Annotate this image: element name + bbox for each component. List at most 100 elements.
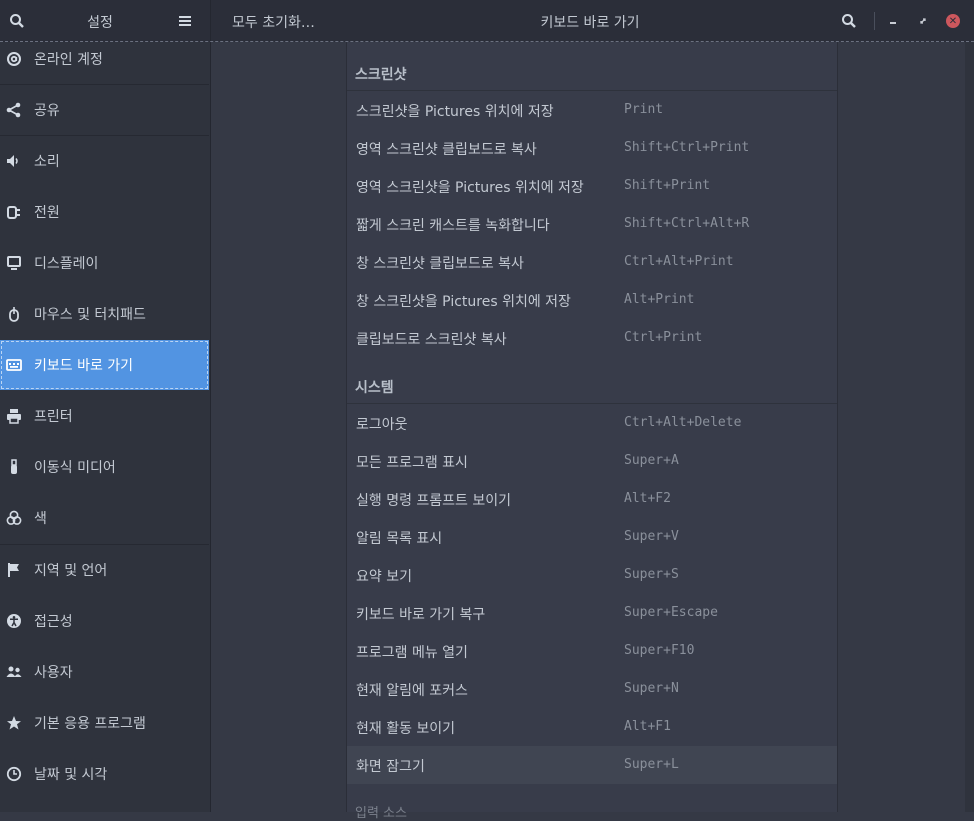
- shortcut-name: 짧게 스크린 캐스트를 녹화합니다: [356, 218, 550, 234]
- sidebar-item-power[interactable]: 전원: [0, 187, 209, 237]
- power-plug-icon: [6, 204, 22, 220]
- shortcut-name: 프로그램 메뉴 열기: [356, 645, 468, 661]
- shortcut-name: 스크린샷을 Pictures 위치에 저장: [356, 104, 554, 120]
- window-edge: [965, 42, 974, 812]
- shortcut-row[interactable]: 창 스크린샷을 Pictures 위치에 저장 Alt+Print: [347, 281, 837, 319]
- shortcut-row[interactable]: 키보드 바로 가기 복구 Super+Escape: [347, 594, 837, 632]
- header-separator: [874, 12, 875, 30]
- sidebar-item-label: 프린터: [34, 409, 73, 425]
- sidebar-item-color[interactable]: 색: [0, 493, 209, 543]
- shortcut-accel: Shift+Print: [624, 178, 711, 193]
- shortcut-name: 모든 프로그램 표시: [356, 455, 468, 471]
- reset-all-button[interactable]: 모두 초기화…: [232, 12, 315, 32]
- sidebar-item-removable-media[interactable]: 이동식 미디어: [0, 442, 209, 492]
- shortcut-row[interactable]: 모든 프로그램 표시 Super+A: [347, 442, 837, 480]
- shortcut-name: 키보드 바로 가기 복구: [356, 607, 486, 623]
- shortcut-row[interactable]: 실행 명령 프롬프트 보이기 Alt+F2: [347, 480, 837, 518]
- search-icon[interactable]: [6, 10, 28, 32]
- shortcut-name: 실행 명령 프롬프트 보이기: [356, 493, 512, 509]
- sidebar-title: 설정: [87, 15, 113, 31]
- shortcut-accel: Shift+Ctrl+Alt+R: [624, 216, 750, 231]
- shortcut-accel: Ctrl+Print: [624, 330, 703, 345]
- shortcut-name: 창 스크린샷 클립보드로 복사: [356, 256, 524, 272]
- shortcut-accel: Super+A: [624, 453, 679, 468]
- sidebar-item-label: 기본 응용 프로그램: [34, 716, 146, 732]
- shortcut-name: 영역 스크린샷 클립보드로 복사: [356, 142, 537, 158]
- section-title-screenshots: 스크린샷: [355, 67, 407, 83]
- sidebar-item-label: 색: [34, 511, 47, 527]
- sidebar-item-keyboard-shortcuts[interactable]: 키보드 바로 가기: [0, 340, 209, 390]
- shortcut-accel: Ctrl+Alt+Print: [624, 254, 734, 269]
- sidebar-item-label: 공유: [34, 103, 60, 119]
- sidebar-item-label: 접근성: [34, 614, 73, 630]
- shortcut-row[interactable]: 현재 활동 보이기 Alt+F1: [347, 708, 837, 746]
- shortcut-row[interactable]: 짧게 스크린 캐스트를 녹화합니다 Shift+Ctrl+Alt+R: [347, 205, 837, 243]
- minimize-icon[interactable]: [883, 11, 903, 31]
- search-icon[interactable]: [838, 10, 860, 32]
- printer-icon: [6, 408, 22, 424]
- shortcut-accel: Shift+Ctrl+Print: [624, 140, 750, 155]
- shortcuts-panel: 스크린샷 스크린샷을 Pictures 위치에 저장 Print 영역 스크린샷 …: [346, 42, 838, 821]
- sidebar-item-default-applications[interactable]: 기본 응용 프로그램: [0, 698, 209, 748]
- shortcut-row[interactable]: 요약 보기 Super+S: [347, 556, 837, 594]
- sidebar-item-label: 온라인 계정: [34, 52, 103, 68]
- maximize-icon[interactable]: [913, 11, 933, 31]
- sidebar-item-sharing[interactable]: 공유: [0, 85, 209, 135]
- close-button[interactable]: ✕: [943, 11, 963, 31]
- menu-icon[interactable]: [174, 10, 196, 32]
- shortcut-row[interactable]: 프로그램 메뉴 열기 Super+F10: [347, 632, 837, 670]
- shortcut-accel: Print: [624, 102, 664, 117]
- shortcut-row[interactable]: 화면 잠그기 Super+L: [347, 746, 837, 784]
- sidebar-item-label: 마우스 및 터치패드: [34, 307, 146, 323]
- shortcut-row[interactable]: 현재 알림에 포커스 Super+N: [347, 670, 837, 708]
- sidebar-item-sound[interactable]: 소리: [0, 136, 209, 186]
- shortcut-accel: Super+L: [624, 757, 679, 772]
- shortcut-accel: Super+V: [624, 529, 679, 544]
- shortcut-name: 요약 보기: [356, 569, 412, 585]
- shortcut-row[interactable]: 클립보드로 스크린샷 복사 Ctrl+Print: [347, 319, 837, 357]
- display-icon: [6, 255, 22, 271]
- sidebar-item-label: 날짜 및 시각: [34, 767, 108, 783]
- sidebar-item-users[interactable]: 사용자: [0, 647, 209, 697]
- sidebar: 온라인 계정 공유 소리 전원 디스플레이 마우스 및 터치패드 키보드 바로 …: [0, 42, 211, 812]
- sidebar-item-display[interactable]: 디스플레이: [0, 238, 209, 288]
- sidebar-item-date-time[interactable]: 날짜 및 시각: [0, 749, 209, 799]
- shortcut-accel: Super+F10: [624, 643, 695, 658]
- share-icon: [6, 102, 22, 118]
- sidebar-item-label: 디스플레이: [34, 256, 99, 272]
- shortcut-row[interactable]: 스크린샷을 Pictures 위치에 저장 Print: [347, 91, 837, 129]
- sidebar-item-online-accounts[interactable]: 온라인 계정: [0, 34, 209, 84]
- shortcut-name: 로그아웃: [356, 417, 408, 433]
- sidebar-item-label: 키보드 바로 가기: [34, 358, 134, 374]
- section-title-system: 시스템: [355, 380, 394, 396]
- shortcut-row[interactable]: 알림 목록 표시 Super+V: [347, 518, 837, 556]
- sidebar-item-label: 사용자: [34, 665, 73, 681]
- shortcut-accel: Super+Escape: [624, 605, 718, 620]
- sidebar-item-label: 이동식 미디어: [34, 460, 116, 476]
- shortcut-row[interactable]: 로그아웃 Ctrl+Alt+Delete: [347, 404, 837, 442]
- shortcut-row[interactable]: 창 스크린샷 클립보드로 복사 Ctrl+Alt+Print: [347, 243, 837, 281]
- shortcut-row[interactable]: 영역 스크린샷을 Pictures 위치에 저장 Shift+Print: [347, 167, 837, 205]
- flag-icon: [6, 562, 22, 578]
- star-icon: [6, 715, 22, 731]
- clock-icon: [6, 766, 22, 782]
- sidebar-item-printers[interactable]: 프린터: [0, 391, 209, 441]
- sidebar-item-mouse[interactable]: 마우스 및 터치패드: [0, 289, 209, 339]
- users-icon: [6, 664, 22, 680]
- sidebar-item-label: 전원: [34, 205, 60, 221]
- shortcut-accel: Alt+F2: [624, 491, 671, 506]
- shortcut-name: 현재 활동 보이기: [356, 721, 456, 737]
- sidebar-item-region-language[interactable]: 지역 및 언어: [0, 545, 209, 595]
- page-title: 키보드 바로 가기: [540, 15, 640, 31]
- shortcut-accel: Super+N: [624, 681, 679, 696]
- shortcut-name: 영역 스크린샷을 Pictures 위치에 저장: [356, 180, 584, 196]
- shortcut-name: 화면 잠그기: [356, 759, 425, 775]
- shortcut-row[interactable]: 영역 스크린샷 클립보드로 복사 Shift+Ctrl+Print: [347, 129, 837, 167]
- shortcut-accel: Super+S: [624, 567, 679, 582]
- shortcut-name: 알림 목록 표시: [356, 531, 443, 547]
- color-icon: [6, 510, 22, 526]
- sidebar-item-label: 소리: [34, 154, 60, 170]
- at-icon: [6, 51, 22, 67]
- accessibility-icon: [6, 613, 22, 629]
- sidebar-item-accessibility[interactable]: 접근성: [0, 596, 209, 646]
